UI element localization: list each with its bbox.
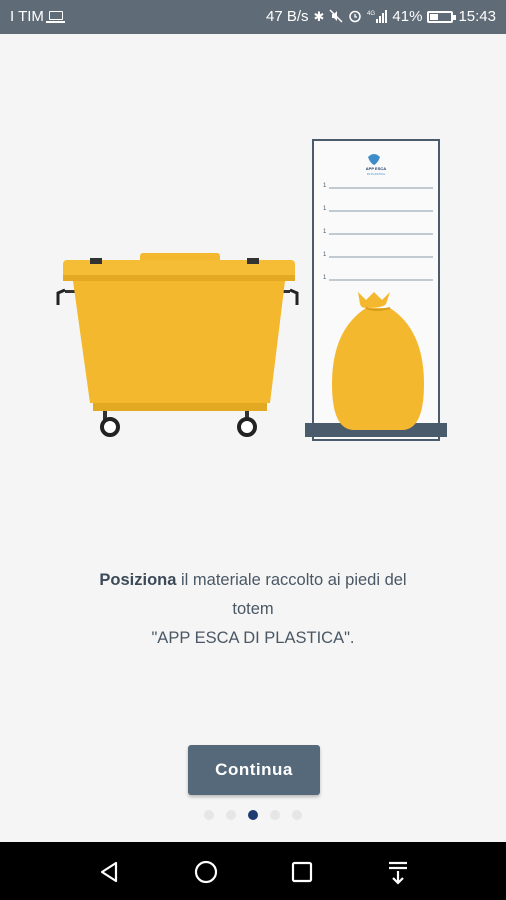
page-dot-active xyxy=(248,810,258,820)
alarm-icon xyxy=(348,9,362,25)
signal-icon: 4G xyxy=(367,9,388,25)
bin-and-totem-illustration: APP ESCA DI PLASTICA 11111 xyxy=(56,139,447,441)
page-dot xyxy=(292,810,302,820)
instruction-highlight: Posiziona xyxy=(99,571,177,589)
svg-text:DI PLASTICA: DI PLASTICA xyxy=(367,172,385,176)
bluetooth-icon: ✱ xyxy=(313,9,325,24)
back-icon[interactable] xyxy=(96,858,124,886)
notifications-pull-icon[interactable] xyxy=(384,858,412,886)
laptop-icon xyxy=(45,11,65,23)
page-dot xyxy=(226,810,236,820)
carrier-name: I TIM xyxy=(10,8,44,25)
instruction-text: Posiziona il materiale raccolto ai piedi… xyxy=(40,566,466,653)
battery-fill xyxy=(430,13,439,20)
continue-button[interactable]: Continua xyxy=(188,745,320,795)
net-speed: 47 B/s xyxy=(265,8,309,25)
mute-icon xyxy=(329,8,343,25)
status-left: I TIM xyxy=(10,8,65,25)
page-dot xyxy=(270,810,280,820)
network-type: 4G xyxy=(367,11,375,17)
navigation-bar xyxy=(0,842,506,900)
status-bar: I TIM 47 B/s ✱ 4G 41% 15:43 xyxy=(0,0,506,34)
instruction-line2: totem xyxy=(232,600,274,618)
clock: 15:43 xyxy=(458,8,496,25)
battery-icon xyxy=(427,10,457,23)
instruction-line3: "APP ESCA DI PLASTICA". xyxy=(151,629,355,647)
status-right: 47 B/s ✱ 4G 41% 15:43 xyxy=(266,8,496,25)
recents-icon[interactable] xyxy=(288,858,316,886)
svg-text:APP ESCA: APP ESCA xyxy=(366,166,386,171)
home-icon[interactable] xyxy=(192,858,220,886)
page-dot xyxy=(204,810,214,820)
battery-percent: 41% xyxy=(392,8,423,25)
instruction-line1: il materiale raccolto ai piedi del xyxy=(176,571,407,589)
page-indicator xyxy=(0,810,506,820)
waste-container-icon xyxy=(56,253,299,437)
